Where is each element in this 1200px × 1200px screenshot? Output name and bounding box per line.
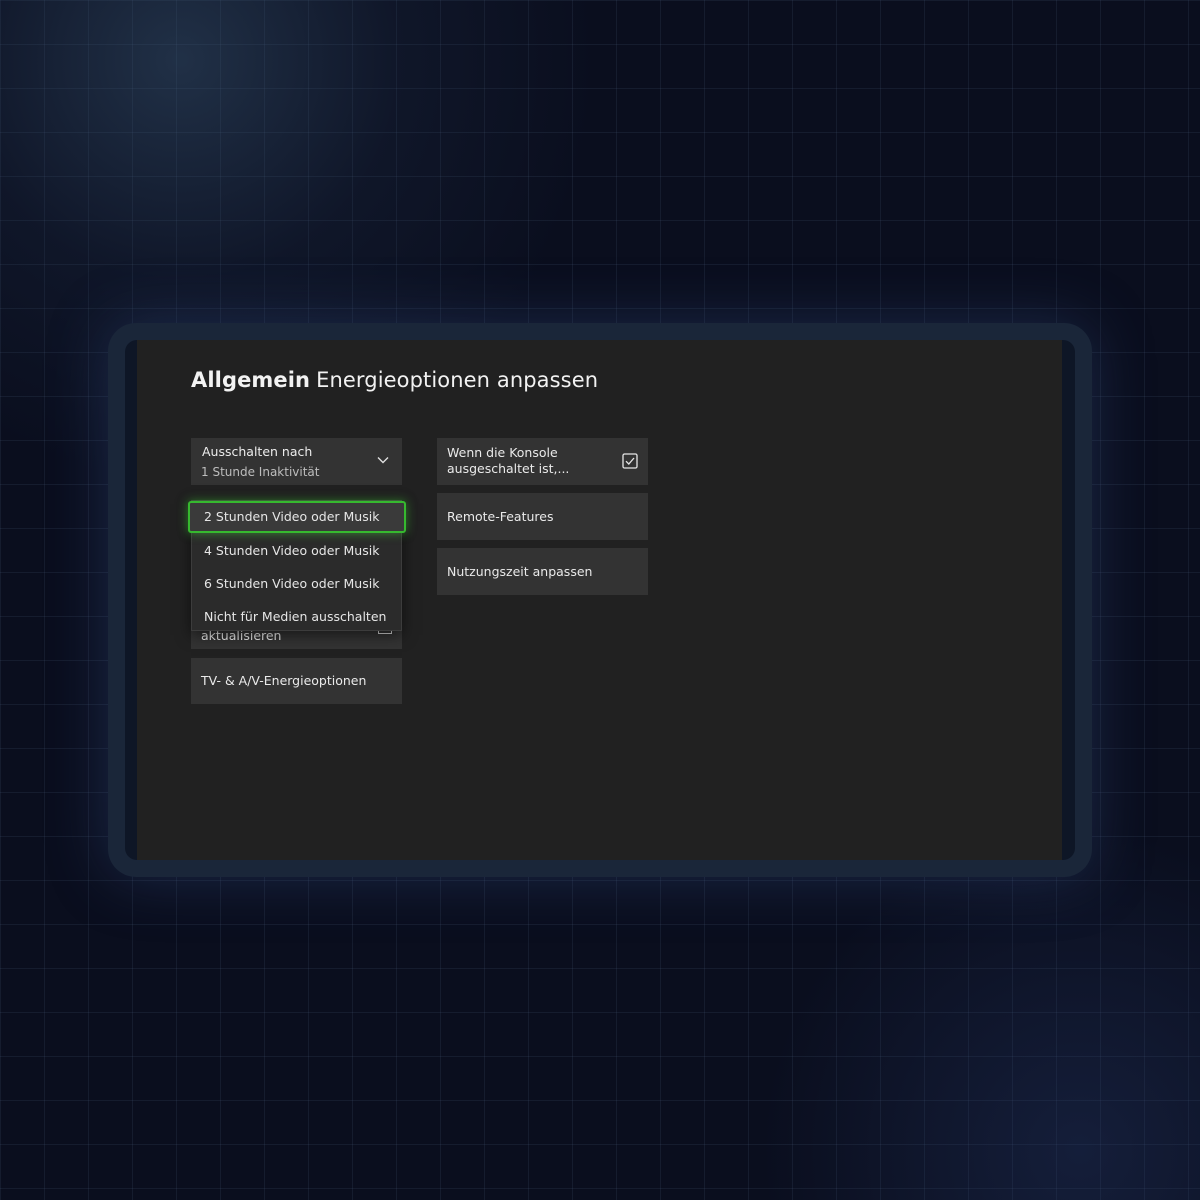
console-off-label: Wenn die Konsole ausgeschaltet ist,...	[447, 445, 570, 476]
chevron-down-icon	[377, 457, 389, 464]
usage-time-button[interactable]: Nutzungszeit anpassen	[437, 548, 648, 595]
dropdown-option[interactable]: 4 Stunden Video oder Musik	[192, 534, 401, 567]
dropdown-option-focused[interactable]: 2 Stunden Video oder Musik	[188, 501, 406, 533]
page-title: Allgemein Energieoptionen anpassen	[191, 368, 598, 392]
shutdown-after-label: Ausschalten nach	[202, 444, 313, 459]
shutdown-dropdown-list: 4 Stunden Video oder Musik 6 Stunden Vid…	[188, 500, 406, 633]
usage-time-label: Nutzungszeit anpassen	[447, 564, 593, 579]
shutdown-after-value: 1 Stunde Inaktivität	[201, 465, 320, 479]
tablet-screen-frame: Allgemein Energieoptionen anpassen Aussch…	[125, 340, 1075, 860]
console-off-setting-tile[interactable]: Wenn die Konsole ausgeschaltet ist,...	[437, 438, 648, 485]
page-subtitle: Energieoptionen anpassen	[316, 368, 599, 392]
remote-features-label: Remote-Features	[447, 509, 554, 524]
tv-av-power-options-label: TV- & A/V-Energieoptionen	[201, 673, 367, 688]
dropdown-option[interactable]: Nicht für Medien ausschalten	[192, 600, 401, 633]
checkbox-checked-icon	[622, 453, 638, 469]
shutdown-after-select[interactable]: Ausschalten nach 1 Stunde Inaktivität	[191, 438, 402, 485]
tv-av-power-options-button[interactable]: TV- & A/V-Energieoptionen	[191, 658, 402, 704]
remote-features-button[interactable]: Remote-Features	[437, 493, 648, 540]
settings-screen: Allgemein Energieoptionen anpassen Aussch…	[137, 340, 1062, 860]
dropdown-option[interactable]: 6 Stunden Video oder Musik	[192, 567, 401, 600]
section-title: Allgemein	[191, 368, 311, 392]
